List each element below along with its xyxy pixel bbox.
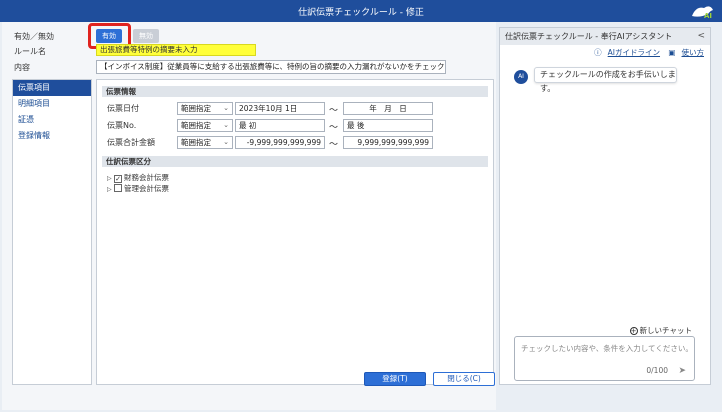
- tree-item-kanri[interactable]: ▷ 管理会計伝票: [107, 183, 169, 194]
- usage-link[interactable]: 使い方: [682, 48, 705, 57]
- date-from-input[interactable]: 2023年10月 1日: [235, 102, 325, 115]
- rule-name-label: ルール名: [14, 47, 46, 56]
- register-button[interactable]: 登録(T): [364, 372, 426, 386]
- book-icon: ▣: [668, 48, 676, 57]
- range-mode-select[interactable]: 範囲指定 ⌄: [177, 119, 233, 132]
- number-to-input[interactable]: 最 後: [343, 119, 433, 132]
- chat-input-placeholder: チェックしたい内容や、条件を入力してください。: [521, 344, 693, 353]
- bugyo-ai-logo-icon: AI: [692, 6, 713, 20]
- chevron-down-icon: ⌄: [223, 104, 229, 112]
- assistant-title: 仕訳伝票チェックルール - 奉行AIアシスタント: [500, 28, 710, 45]
- content-field[interactable]: 【インボイス制度】従業員等に支給する出張旅費等に、特例の旨の摘要の入力漏れがない…: [96, 60, 446, 74]
- section-header-kubun: 仕訳伝票区分: [102, 156, 488, 167]
- range-tilde: ～: [329, 140, 339, 150]
- char-counter: 0/100: [646, 366, 668, 375]
- field-label: 伝票合計金額: [107, 138, 155, 147]
- close-button[interactable]: 閉じる(C): [433, 372, 495, 386]
- ai-guideline-link[interactable]: AIガイドライン: [608, 48, 660, 57]
- plus-icon: +: [629, 327, 638, 335]
- status-label: 有効／無効: [14, 32, 54, 41]
- tree-item-zaimu[interactable]: ▷ ✓ 財務会計伝票: [107, 172, 169, 183]
- send-icon[interactable]: ➤: [678, 366, 686, 376]
- form-panel: 伝票情報 伝票日付 範囲指定 ⌄ 2023年10月 1日 ～ 年 月 日 伝票No…: [96, 79, 494, 385]
- assistant-message: チェックルールの作成をお手伝いします。: [534, 67, 677, 93]
- sidebar-item-meisai[interactable]: 明細項目: [13, 96, 91, 112]
- rule-name-field[interactable]: 出張旅費等特例の摘要未入力: [96, 44, 256, 56]
- bot-avatar: AI: [514, 70, 528, 84]
- range-mode-select[interactable]: 範囲指定 ⌄: [177, 136, 233, 149]
- amount-to-input[interactable]: 9,999,999,999,999: [343, 136, 433, 149]
- checkbox-checked-icon[interactable]: ✓: [114, 175, 122, 183]
- expand-triangle-icon[interactable]: ▷: [107, 175, 114, 182]
- toggle-enabled-button[interactable]: 有効: [96, 29, 122, 43]
- section-header-denpyo: 伝票情報: [102, 86, 488, 97]
- checkbox-unchecked-icon[interactable]: [114, 184, 122, 192]
- window-title: 仕訳伝票チェックルール - 修正: [298, 8, 424, 18]
- toggle-disabled-button[interactable]: 無効: [133, 29, 159, 43]
- info-icon: ⓘ: [594, 48, 602, 57]
- assistant-links: ⓘ AIガイドライン ▣ 使い方: [588, 47, 704, 58]
- collapse-chevron-icon[interactable]: <: [697, 28, 705, 45]
- title-bar: 仕訳伝票チェックルール - 修正 AI: [0, 0, 722, 22]
- chat-input[interactable]: チェックしたい内容や、条件を入力してください。 0/100 ➤: [514, 336, 695, 381]
- range-tilde: ～: [329, 106, 339, 116]
- new-chat-button[interactable]: + 新しいチャット: [629, 325, 692, 336]
- sidebar-item-shouhyou[interactable]: 証憑: [13, 112, 91, 128]
- logo-text: AI: [704, 12, 712, 20]
- field-label: 伝票日付: [107, 104, 139, 113]
- main-area: 有効／無効 有効 無効 ルール名 出張旅費等特例の摘要未入力 内容 【インボイス…: [2, 22, 496, 410]
- range-mode-select[interactable]: 範囲指定 ⌄: [177, 102, 233, 115]
- chevron-down-icon: ⌄: [223, 138, 229, 146]
- content-label: 内容: [14, 63, 30, 72]
- ai-assistant-panel: 仕訳伝票チェックルール - 奉行AIアシスタント < ⓘ AIガイドライン ▣ 使い…: [499, 27, 711, 385]
- range-tilde: ～: [329, 123, 339, 133]
- amount-from-input[interactable]: -9,999,999,999,999: [235, 136, 325, 149]
- date-to-input[interactable]: 年 月 日: [343, 102, 433, 115]
- field-label: 伝票No.: [107, 121, 137, 130]
- chevron-down-icon: ⌄: [223, 121, 229, 129]
- number-from-input[interactable]: 最 初: [235, 119, 325, 132]
- sidebar-item-touroku[interactable]: 登録情報: [13, 128, 91, 144]
- sidebar-nav: 伝票項目 明細項目 証憑 登録情報: [12, 79, 92, 385]
- expand-triangle-icon[interactable]: ▷: [107, 186, 114, 193]
- sidebar-item-denpyo[interactable]: 伝票項目: [13, 80, 91, 96]
